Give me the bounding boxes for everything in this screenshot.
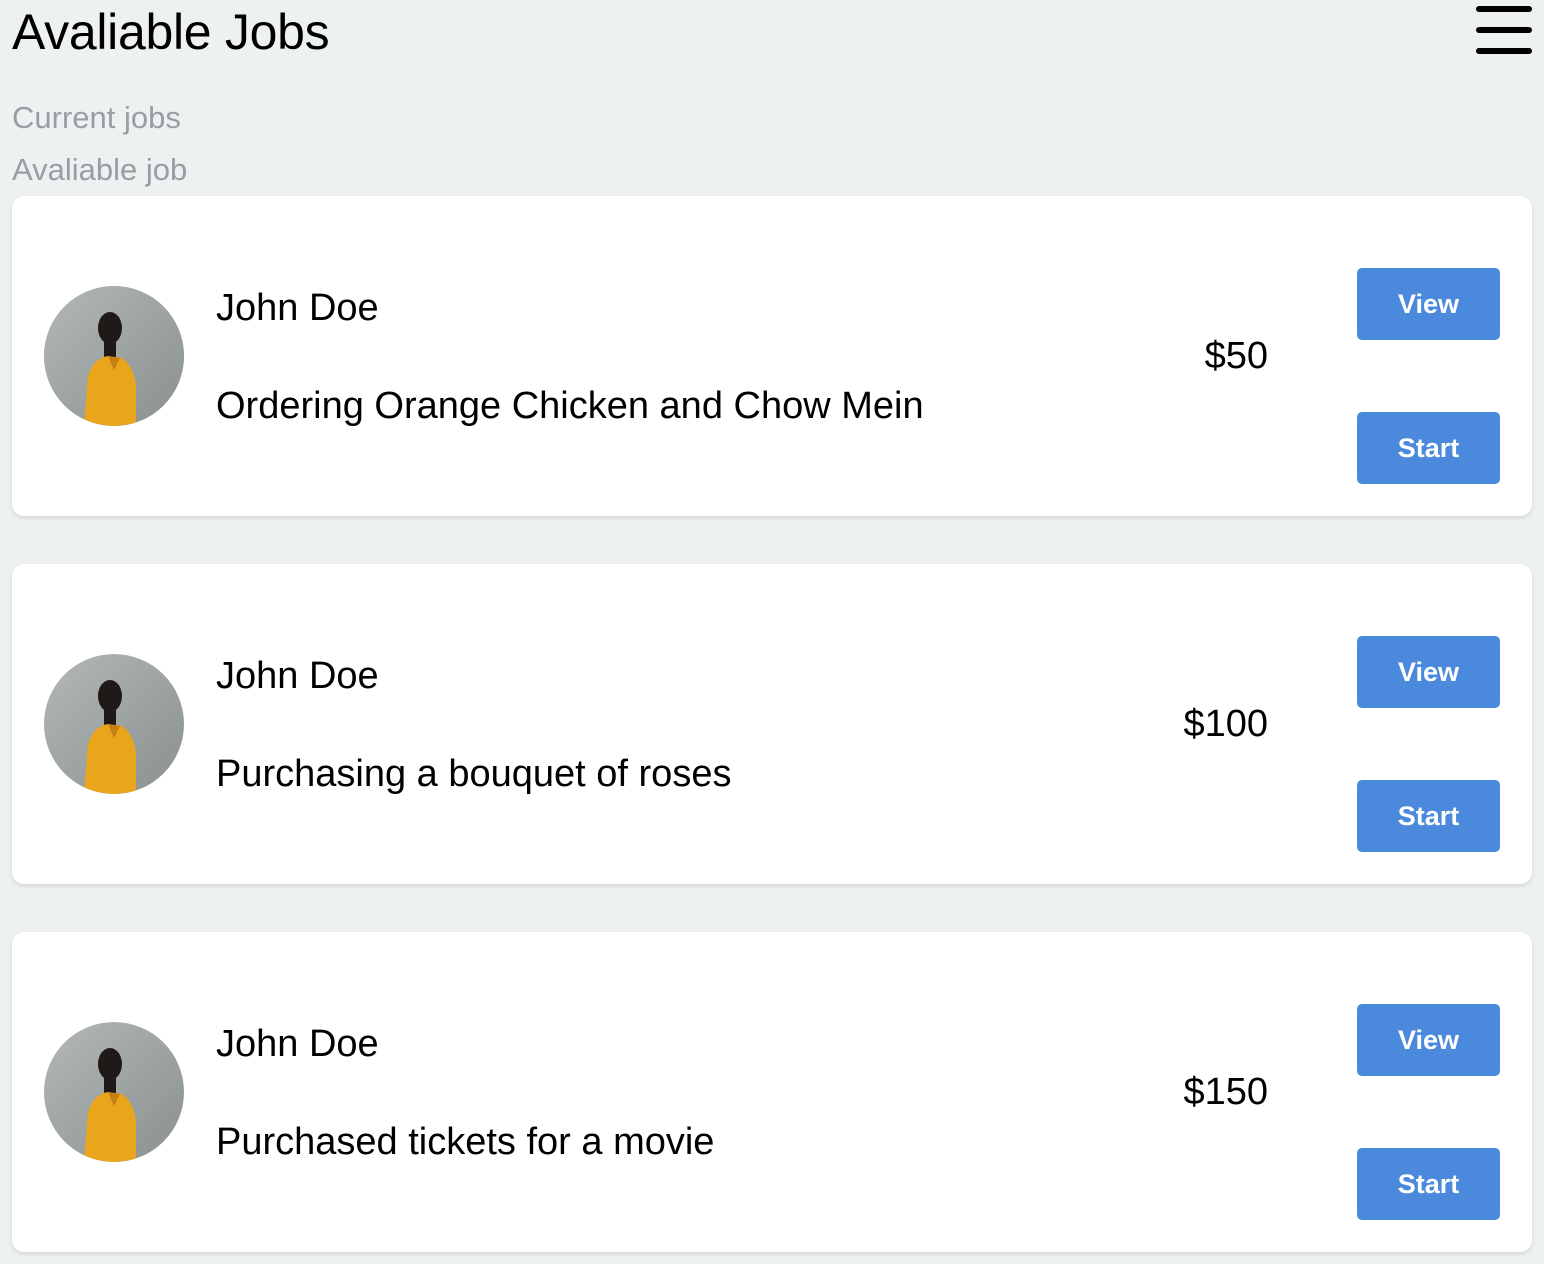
page-title: Avaliable Jobs xyxy=(12,4,330,60)
job-price: $100 xyxy=(1183,703,1268,745)
job-description: Purchasing a bouquet of roses xyxy=(216,753,732,795)
job-poster-name: John Doe xyxy=(216,1023,379,1065)
start-button[interactable]: Start xyxy=(1357,1148,1500,1220)
view-button[interactable]: View xyxy=(1357,636,1500,708)
start-button[interactable]: Start xyxy=(1357,780,1500,852)
job-price: $150 xyxy=(1183,1071,1268,1113)
user-avatar xyxy=(44,286,184,426)
job-card: John Doe Purchasing a bouquet of roses $… xyxy=(12,564,1532,884)
job-price: $50 xyxy=(1204,335,1268,377)
job-card: John Doe Purchased tickets for a movie $… xyxy=(12,932,1532,1252)
hamburger-menu-icon[interactable] xyxy=(1476,6,1532,54)
job-description: Ordering Orange Chicken and Chow Mein xyxy=(216,385,924,427)
user-avatar xyxy=(44,1022,184,1162)
user-avatar xyxy=(44,654,184,794)
job-poster-name: John Doe xyxy=(216,287,379,329)
nav-link-current-jobs[interactable]: Current jobs xyxy=(12,98,181,138)
view-button[interactable]: View xyxy=(1357,268,1500,340)
nav-link-available-job[interactable]: Avaliable job xyxy=(12,150,187,190)
job-card: John Doe Ordering Orange Chicken and Cho… xyxy=(12,196,1532,516)
job-description: Purchased tickets for a movie xyxy=(216,1121,715,1163)
start-button[interactable]: Start xyxy=(1357,412,1500,484)
job-poster-name: John Doe xyxy=(216,655,379,697)
view-button[interactable]: View xyxy=(1357,1004,1500,1076)
